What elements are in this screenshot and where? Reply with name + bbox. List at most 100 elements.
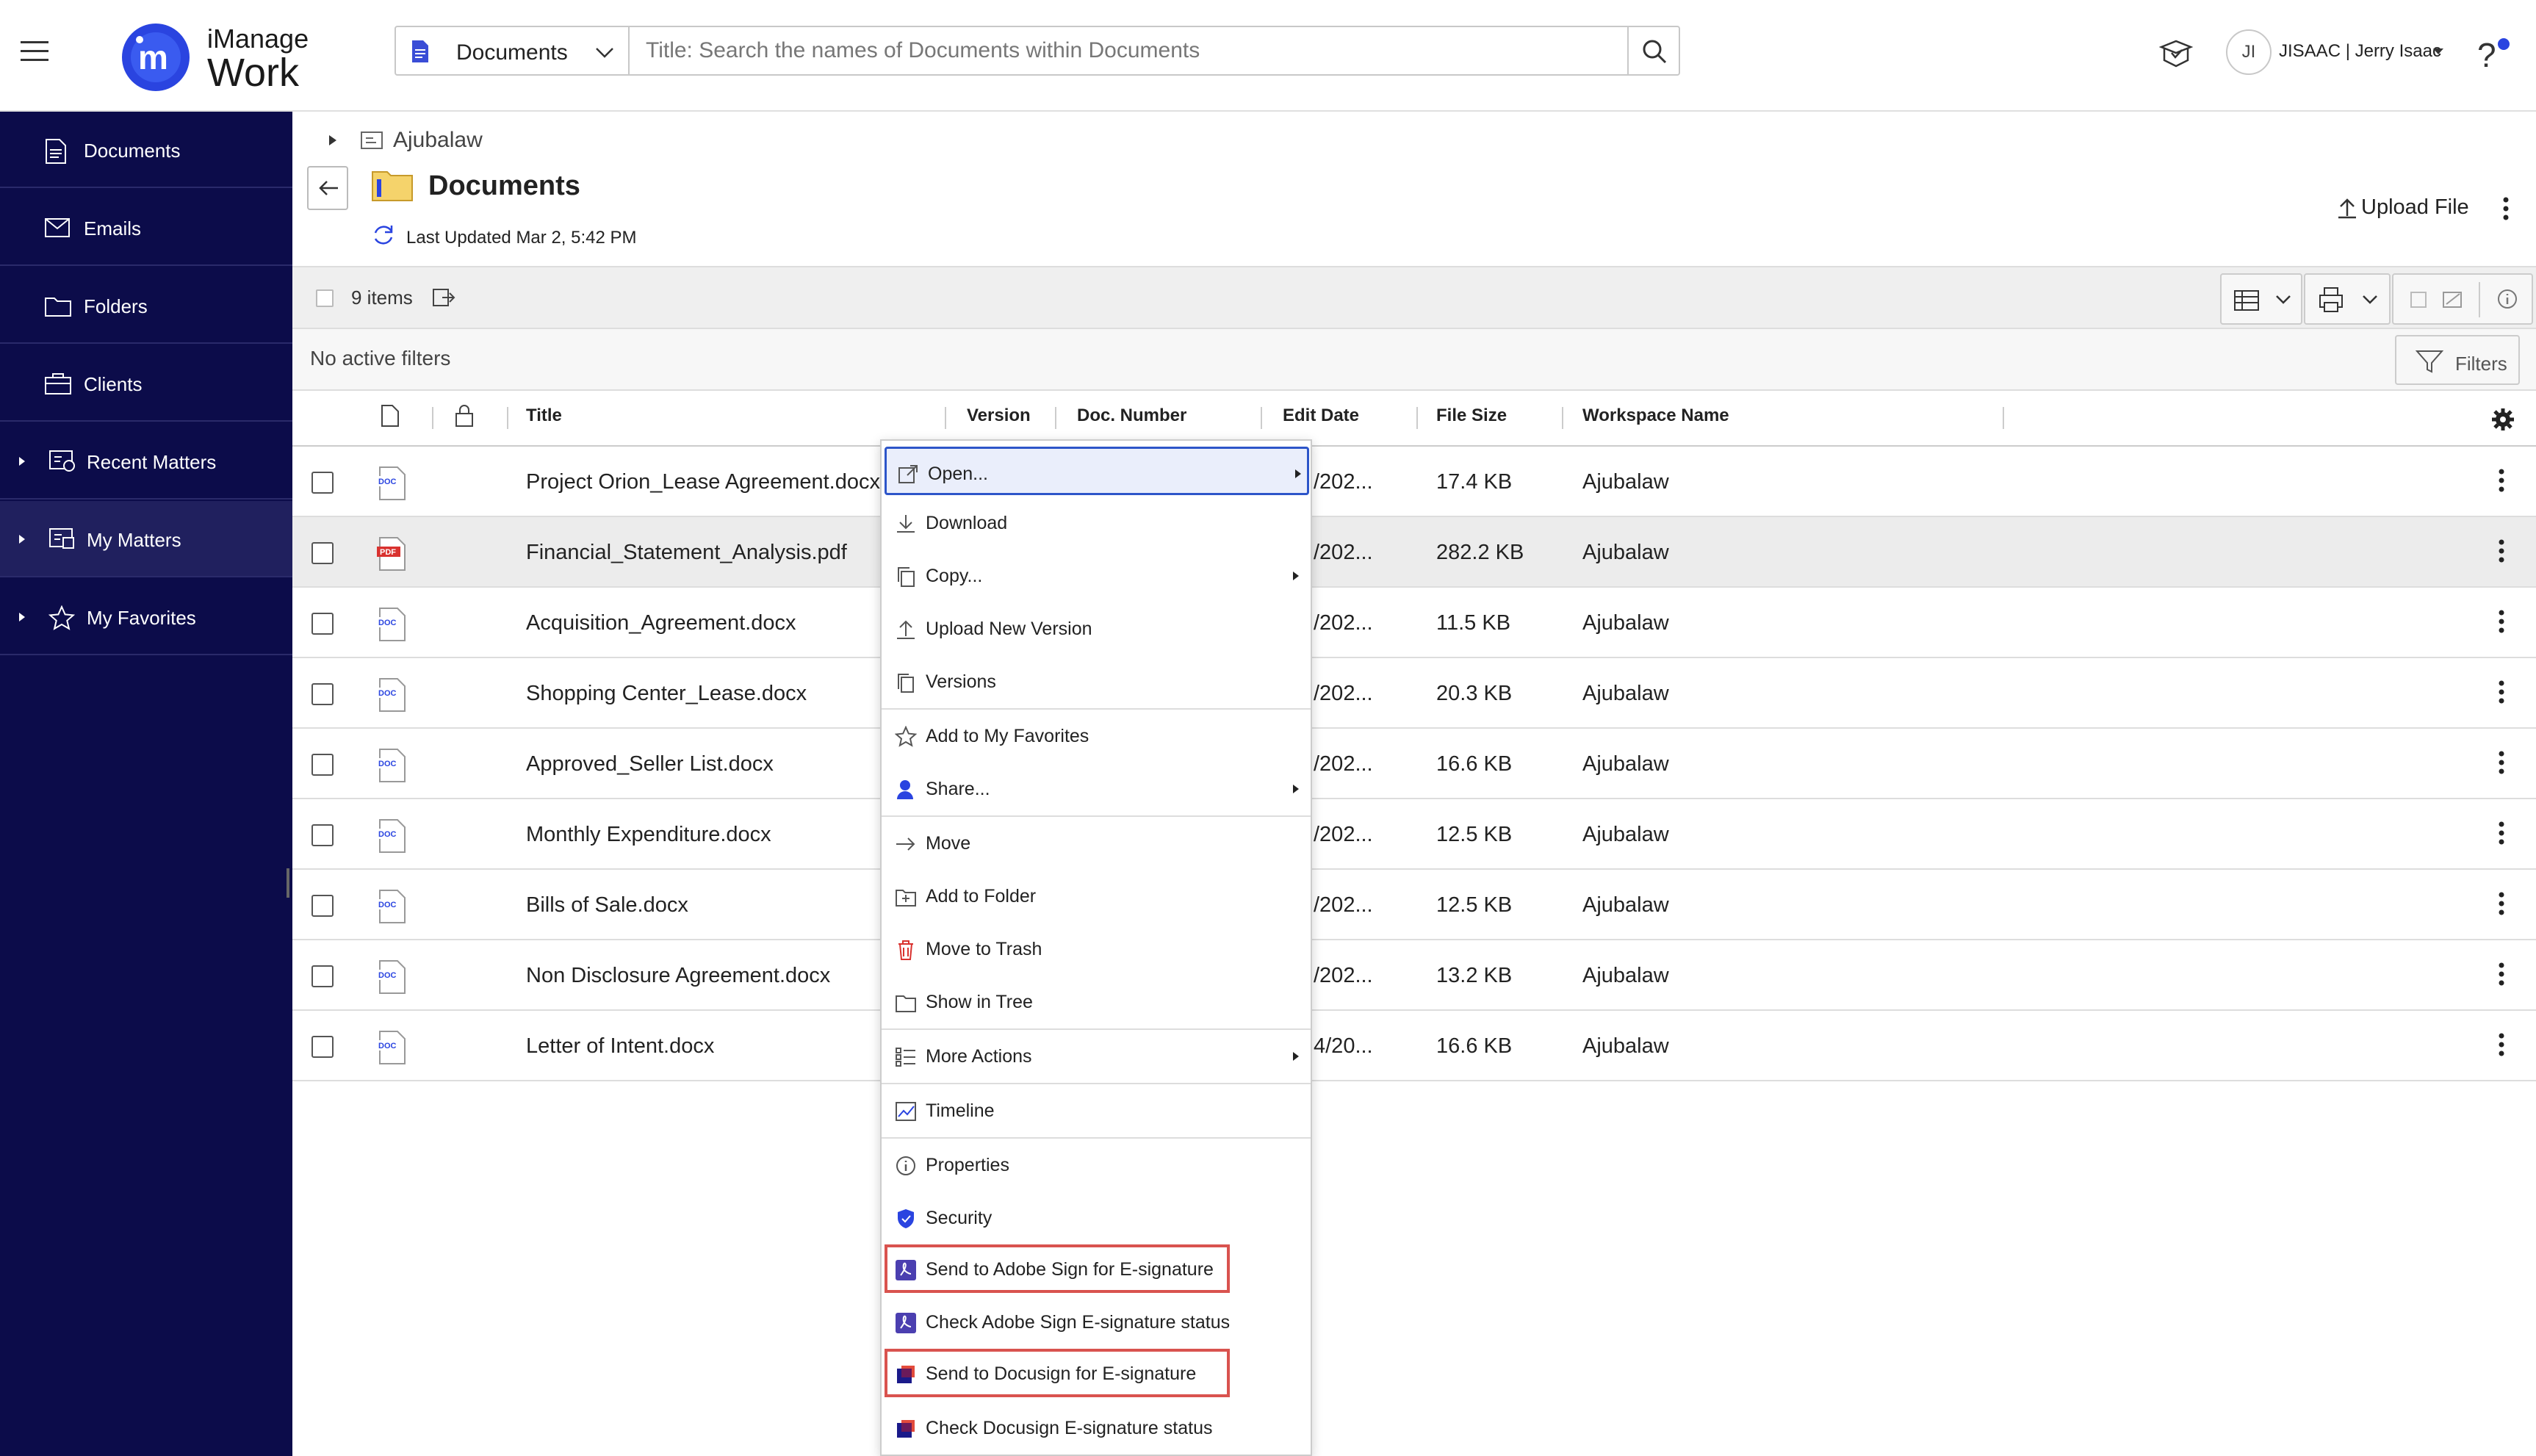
column-workspace-name[interactable]: Workspace Name — [1582, 406, 1729, 426]
row-more-options-icon[interactable] — [2498, 890, 2505, 917]
row-more-options-icon[interactable] — [2498, 749, 2505, 776]
filters-button[interactable]: Filters — [2395, 335, 2520, 385]
user-avatar[interactable]: JI — [2226, 29, 2272, 75]
menu-item-send-to-adobe-sign[interactable]: Send to Adobe Sign for E-signature — [885, 1244, 1230, 1293]
table-row[interactable]: DOC Bills of Sale.docx /202... 12.5 KB A… — [292, 870, 2536, 940]
expand-arrow-icon[interactable] — [18, 611, 26, 623]
user-menu-caret-icon[interactable] — [2432, 47, 2445, 56]
menu-item-versions[interactable]: Versions — [885, 657, 1309, 705]
table-row[interactable]: DOC Non Disclosure Agreement.docx /202..… — [292, 940, 2536, 1011]
row-title[interactable]: Approved_Seller List.docx — [526, 752, 774, 776]
row-more-options-icon[interactable] — [2498, 961, 2505, 987]
row-checkbox[interactable] — [311, 472, 334, 494]
row-title[interactable]: Acquisition_Agreement.docx — [526, 611, 796, 635]
sidebar-item-my-matters[interactable]: My Matters — [0, 501, 292, 577]
menu-item-properties[interactable]: Properties — [885, 1140, 1309, 1189]
row-checkbox[interactable] — [311, 895, 334, 917]
sidebar-resize-handle[interactable] — [287, 868, 289, 898]
row-checkbox[interactable] — [311, 1036, 334, 1058]
row-checkbox[interactable] — [311, 683, 334, 705]
notification-dot — [2498, 38, 2510, 50]
row-edit-date: /202... — [1314, 893, 1373, 917]
file-type-column-icon[interactable] — [381, 404, 400, 428]
menu-item-download[interactable]: Download — [885, 498, 1309, 547]
breadcrumb[interactable]: Ajubalaw — [393, 128, 483, 153]
search-input[interactable] — [630, 26, 1629, 76]
column-version[interactable]: Version — [967, 406, 1031, 426]
row-more-options-icon[interactable] — [2498, 467, 2505, 494]
sidebar-item-emails[interactable]: Emails — [0, 190, 292, 266]
table-row[interactable]: DOC Monthly Expenditure.docx /202... 12.… — [292, 799, 2536, 870]
row-checkbox[interactable] — [311, 542, 334, 564]
row-title[interactable]: Monthly Expenditure.docx — [526, 823, 771, 847]
sidebar-item-my-favorites[interactable]: My Favorites — [0, 579, 292, 655]
row-more-options-icon[interactable] — [2498, 538, 2505, 564]
menu-item-move-to-trash[interactable]: Move to Trash — [885, 924, 1309, 973]
menu-item-send-to-docusign[interactable]: Send to Docusign for E-signature — [885, 1349, 1230, 1397]
row-checkbox[interactable] — [311, 754, 334, 776]
row-title[interactable]: Shopping Center_Lease.docx — [526, 682, 807, 706]
menu-item-upload-new-version[interactable]: Upload New Version — [885, 604, 1309, 652]
breadcrumb-expand-icon[interactable] — [328, 134, 338, 147]
menu-item-move[interactable]: Move — [885, 818, 1309, 867]
row-title[interactable]: Project Orion_Lease Agreement.docx — [526, 470, 880, 494]
export-icon[interactable] — [432, 286, 455, 309]
back-button[interactable] — [307, 166, 348, 210]
refresh-icon[interactable] — [371, 223, 396, 248]
row-title[interactable]: Letter of Intent.docx — [526, 1034, 714, 1059]
row-checkbox[interactable] — [311, 824, 334, 846]
column-file-size[interactable]: File Size — [1436, 406, 1507, 426]
sidebar-item-folders[interactable]: Folders — [0, 267, 292, 344]
sidebar-item-documents[interactable]: Documents — [0, 112, 292, 188]
expand-arrow-icon[interactable] — [18, 533, 26, 545]
print-options-dropdown[interactable] — [2304, 273, 2391, 325]
table-row[interactable]: DOC Project Orion_Lease Agreement.docx /… — [292, 447, 2536, 517]
menu-item-add-to-folder[interactable]: Add to Folder — [885, 871, 1309, 920]
menu-item-check-docusign-status[interactable]: Check Docusign E-signature status — [885, 1403, 1309, 1452]
table-row[interactable]: DOC Approved_Seller List.docx /202... 16… — [292, 729, 2536, 799]
view-mode-dropdown[interactable] — [2220, 273, 2302, 325]
menu-item-more-actions[interactable]: More Actions — [885, 1031, 1309, 1080]
help-icon[interactable]: ? — [2477, 35, 2496, 75]
table-row[interactable]: PDF Financial_Statement_Analysis.pdf /20… — [292, 517, 2536, 588]
menu-item-timeline[interactable]: Timeline — [885, 1086, 1309, 1134]
whats-new-icon[interactable] — [2158, 37, 2194, 71]
menu-item-copy[interactable]: Copy... — [885, 551, 1309, 599]
open-external-icon — [897, 464, 919, 486]
sidebar-item-clients[interactable]: Clients — [0, 345, 292, 422]
menu-item-open[interactable]: Open... — [885, 447, 1309, 495]
expand-arrow-icon[interactable] — [18, 455, 26, 467]
menu-item-share[interactable]: Share... — [885, 764, 1309, 812]
menu-item-check-adobe-sign-status[interactable]: Check Adobe Sign E-signature status — [885, 1297, 1309, 1346]
row-checkbox[interactable] — [311, 613, 334, 635]
menu-item-add-to-favorites[interactable]: Add to My Favorites — [885, 711, 1309, 760]
search-scope-dropdown[interactable]: Documents — [395, 26, 630, 76]
select-all-checkbox[interactable] — [316, 289, 334, 307]
column-edit-date[interactable]: Edit Date — [1283, 406, 1359, 426]
menu-item-security[interactable]: Security — [885, 1193, 1309, 1241]
table-row[interactable]: DOC Letter of Intent.docx 4/20... 16.6 K… — [292, 1011, 2536, 1081]
column-doc-number[interactable]: Doc. Number — [1077, 406, 1186, 426]
adobe-sign-icon — [895, 1259, 917, 1281]
row-title[interactable]: Financial_Statement_Analysis.pdf — [526, 541, 847, 565]
sidebar-item-recent-matters[interactable]: Recent Matters — [0, 423, 292, 500]
menu-item-show-in-tree[interactable]: Show in Tree — [885, 977, 1309, 1026]
user-name[interactable]: JISAAC | Jerry Isaac — [2279, 41, 2441, 62]
svg-text:DOC: DOC — [378, 760, 397, 768]
row-title[interactable]: Bills of Sale.docx — [526, 893, 688, 918]
search-button[interactable] — [1627, 26, 1680, 76]
column-title[interactable]: Title — [526, 406, 562, 426]
row-title[interactable]: Non Disclosure Agreement.docx — [526, 964, 830, 988]
row-more-options-icon[interactable] — [2498, 608, 2505, 635]
row-more-options-icon[interactable] — [2498, 820, 2505, 846]
table-row[interactable]: DOC Acquisition_Agreement.docx /202... 1… — [292, 588, 2536, 658]
hamburger-menu-icon[interactable] — [19, 38, 51, 65]
row-checkbox[interactable] — [311, 965, 334, 987]
column-settings-gear-icon[interactable] — [2490, 407, 2515, 432]
lock-column-icon[interactable] — [454, 404, 475, 428]
table-row[interactable]: DOC Shopping Center_Lease.docx /202... 2… — [292, 658, 2536, 729]
row-more-options-icon[interactable] — [2498, 1031, 2505, 1058]
docx-file-icon: DOC — [375, 607, 408, 642]
more-options-icon[interactable] — [2502, 195, 2510, 222]
row-more-options-icon[interactable] — [2498, 679, 2505, 705]
